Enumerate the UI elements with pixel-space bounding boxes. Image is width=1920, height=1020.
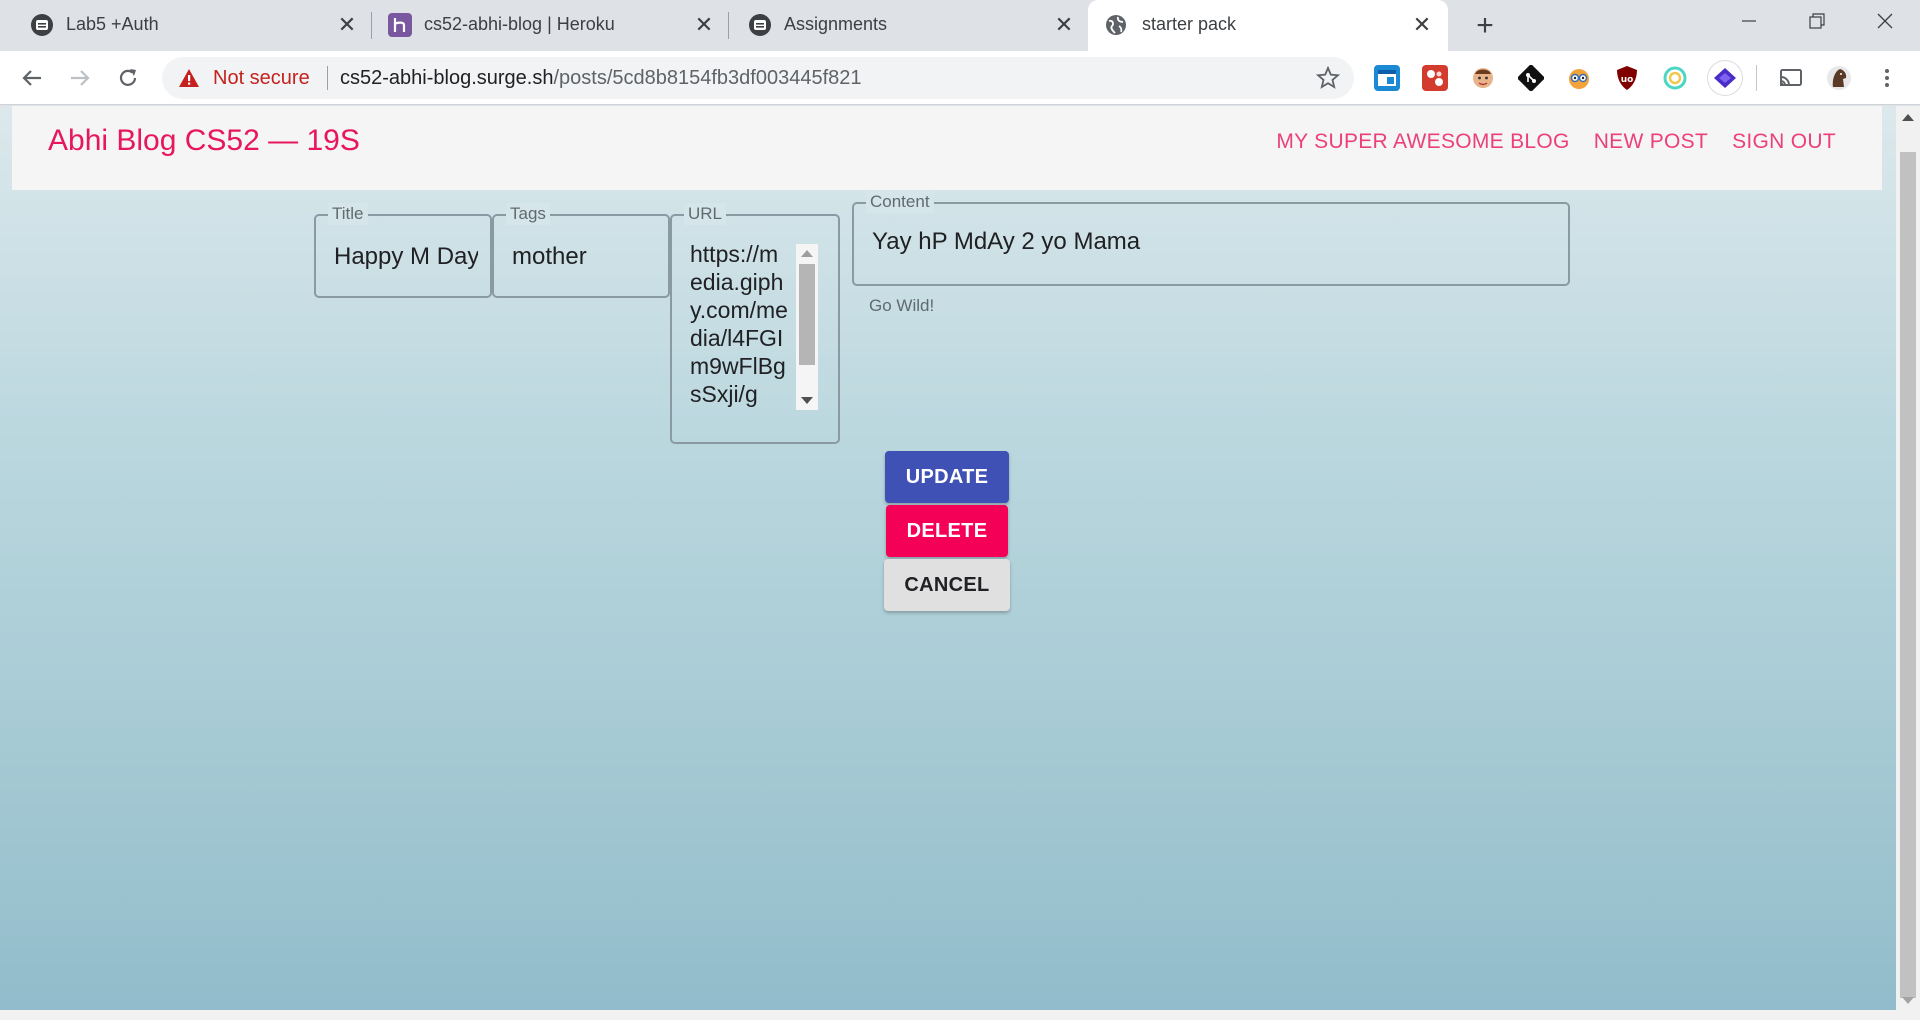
tab-title: Assignments (784, 14, 888, 34)
update-button[interactable]: UPDATE (885, 451, 1009, 503)
url-value: https://media.giphy.com/media/l4FGIm9wFl… (690, 241, 788, 407)
cast-icon[interactable] (1778, 65, 1804, 91)
extension-window-icon[interactable] (1374, 65, 1400, 91)
generic-page-icon (30, 13, 54, 37)
tab-title: starter pack (1142, 14, 1237, 34)
forward-icon[interactable] (64, 62, 96, 94)
scroll-down-arrow-icon[interactable] (801, 397, 813, 404)
extension-circle-icon[interactable] (1662, 65, 1688, 91)
new-tab-icon[interactable]: + (1468, 9, 1502, 43)
title-field[interactable]: Title Happy M Day (314, 203, 492, 298)
tab-strip: Lab5 +Auth ✕ cs52-abhi-blog | Heroku ✕ A… (0, 0, 1920, 51)
delete-button[interactable]: DELETE (886, 505, 1008, 557)
nav-link-new-post[interactable]: NEW POST (1594, 130, 1708, 154)
avatar[interactable] (1826, 65, 1852, 91)
tab-title: Lab5 +Auth (66, 14, 159, 34)
close-window-icon[interactable] (1860, 0, 1910, 42)
address-separator (327, 66, 328, 90)
menu-kebab-icon[interactable] (1874, 65, 1900, 91)
extension-face-icon[interactable] (1470, 65, 1496, 91)
url-textarea[interactable]: https://media.giphy.com/media/l4FGIm9wFl… (690, 240, 792, 408)
nav-link-blog[interactable]: MY SUPER AWESOME BLOG (1276, 130, 1569, 154)
ublock-icon[interactable]: uo (1614, 65, 1640, 91)
nav-link-sign-out[interactable]: SIGN OUT (1732, 130, 1836, 154)
page-scroll-thumb[interactable] (1900, 152, 1916, 998)
content-label: Content (866, 191, 934, 213)
nav-links: MY SUPER AWESOME BLOG NEW POST SIGN OUT (1276, 130, 1836, 154)
content-input[interactable]: Yay hP MdAy 2 yo Mama (872, 228, 1552, 256)
reload-icon[interactable] (112, 62, 144, 94)
generic-page-icon (748, 13, 772, 37)
close-tab-icon[interactable]: ✕ (1410, 12, 1434, 37)
url-path: /posts/5cd8b8154fb3df003445f821 (553, 67, 862, 89)
toolbar-separator (1756, 65, 1757, 91)
url-scrollbar[interactable] (796, 244, 818, 410)
cancel-button[interactable]: CANCEL (884, 559, 1010, 611)
back-icon[interactable] (16, 62, 48, 94)
tab-lab5[interactable]: Lab5 +Auth ✕ (0, 0, 370, 51)
extension-puzzle-icon[interactable] (1422, 65, 1448, 91)
tags-field[interactable]: Tags mother (492, 203, 670, 298)
brand-title[interactable]: Abhi Blog CS52 — 19S (48, 124, 360, 158)
bookmark-star-icon[interactable] (1315, 65, 1341, 95)
app-navbar: Abhi Blog CS52 — 19S MY SUPER AWESOME BL… (12, 106, 1882, 190)
url-field[interactable]: URL https://media.giphy.com/media/l4FGIm… (670, 203, 840, 444)
scroll-thumb[interactable] (799, 264, 815, 365)
warning-icon[interactable] (178, 68, 200, 93)
tags-input[interactable]: mother (512, 243, 656, 271)
address-bar[interactable]: Not secure cs52-abhi-blog.surge.sh/posts… (162, 57, 1354, 99)
tags-label: Tags (506, 203, 550, 225)
tab-title: cs52-abhi-blog | Heroku (424, 14, 615, 34)
svg-text:uo: uo (1621, 75, 1634, 85)
page-scrollbar[interactable] (1896, 106, 1920, 1010)
tab-assignments[interactable]: Assignments ✕ (718, 0, 1088, 51)
browser-toolbar: Not secure cs52-abhi-blog.surge.sh/posts… (0, 51, 1920, 105)
content-field[interactable]: Content Yay hP MdAy 2 yo Mama (852, 191, 1570, 286)
url-text[interactable]: cs52-abhi-blog.surge.sh/posts/5cd8b8154f… (340, 67, 862, 90)
minimize-icon[interactable] (1724, 0, 1774, 42)
scroll-up-arrow-icon[interactable] (1902, 114, 1914, 121)
close-tab-icon[interactable]: ✕ (1052, 12, 1076, 37)
scroll-up-arrow-icon[interactable] (801, 250, 813, 257)
extension-mascot-icon[interactable] (1566, 65, 1592, 91)
title-label: Title (328, 203, 368, 225)
extension-layers-icon[interactable] (1708, 61, 1742, 95)
url-host: cs52-abhi-blog.surge.sh (340, 67, 554, 89)
scroll-down-arrow-icon[interactable] (1902, 997, 1914, 1004)
security-label[interactable]: Not secure (213, 67, 310, 90)
tab-starter-pack[interactable]: starter pack ✕ (1088, 0, 1448, 51)
extension-git-icon[interactable] (1516, 63, 1546, 93)
restore-icon[interactable] (1792, 0, 1842, 42)
close-tab-icon[interactable]: ✕ (692, 12, 716, 37)
heroku-icon (388, 13, 412, 37)
title-input[interactable]: Happy M Day (334, 243, 478, 271)
globe-icon (1104, 13, 1128, 37)
url-label: URL (684, 203, 727, 225)
page-viewport: Abhi Blog CS52 — 19S MY SUPER AWESOME BL… (0, 106, 1896, 1010)
bottom-bar (0, 1010, 1920, 1020)
tab-heroku[interactable]: cs52-abhi-blog | Heroku ✕ (356, 0, 726, 51)
content-helper-text: Go Wild! (869, 296, 935, 315)
